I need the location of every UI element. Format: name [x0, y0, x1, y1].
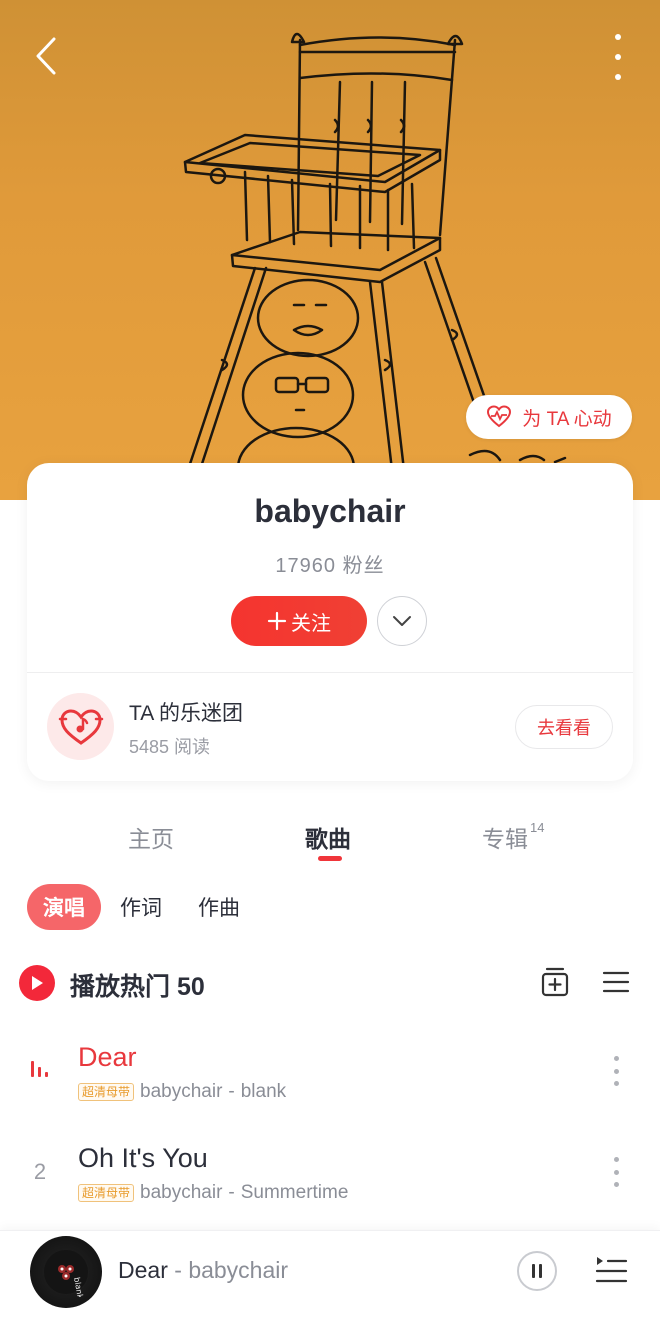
fan-club-heart-icon — [58, 708, 103, 745]
artist-banner: 为 TA 心动 — [0, 0, 660, 500]
song-row[interactable]: Dear 超清母带 babychair - blank — [0, 1030, 660, 1126]
heart-ecg-icon — [487, 405, 512, 428]
album-disc[interactable]: blank — [30, 1236, 102, 1308]
kebab-icon — [613, 1157, 619, 1162]
filter-compose[interactable]: 作曲 — [198, 884, 240, 930]
tab-songs[interactable]: 歌曲 — [305, 820, 351, 854]
play-all-label[interactable]: 播放热门 50 — [70, 967, 205, 1003]
heart-button-label: 为 TA 心动 — [522, 408, 612, 430]
song-more-button[interactable] — [612, 1056, 620, 1086]
list-menu-icon — [602, 971, 630, 993]
fan-club-logo[interactable] — [47, 693, 114, 760]
now-playing-artist: babychair — [188, 1257, 289, 1283]
kebab-icon — [613, 1056, 619, 1061]
back-arrow-icon — [36, 37, 56, 75]
equalizer-icon — [31, 1061, 48, 1077]
follow-label: 关注 — [291, 612, 331, 635]
back-button[interactable] — [26, 32, 66, 80]
multi-select-button[interactable] — [601, 968, 631, 996]
song-album: Summertime — [240, 1182, 349, 1203]
add-all-to-playlist-button[interactable] — [540, 966, 570, 998]
song-artist: babychair — [140, 1182, 223, 1203]
tab-albums[interactable]: 专辑 14 — [482, 820, 545, 854]
now-playing-title: Dear — [118, 1257, 168, 1283]
quality-badge: 超清母带 — [78, 1083, 135, 1101]
song-row[interactable]: 2 Oh It's You 超清母带 babychair - Summertim… — [0, 1131, 660, 1227]
tab-albums-label: 专辑 — [482, 826, 528, 852]
playlist-queue-icon — [595, 1257, 628, 1283]
playlist-queue-button[interactable] — [594, 1253, 628, 1289]
fan-club-reads: 5485 阅读 — [129, 737, 211, 757]
fan-club-title: TA 的乐迷团 — [129, 702, 243, 725]
quality-badge: 超清母带 — [78, 1184, 135, 1202]
song-album: blank — [240, 1081, 287, 1102]
play-icon — [32, 976, 43, 990]
song-title: Dear — [78, 1042, 137, 1072]
pause-button[interactable] — [517, 1251, 557, 1291]
artist-profile-card: babychair 17960 粉丝 关注 TA 的乐迷团 5485 阅读 去看… — [27, 463, 633, 781]
album-cover-art: blank — [44, 1250, 88, 1297]
now-playing-text[interactable]: Dear - babychair — [118, 1257, 288, 1284]
filter-lyrics[interactable]: 作词 — [120, 884, 162, 930]
song-more-button[interactable] — [612, 1157, 620, 1187]
song-artist: babychair — [140, 1081, 223, 1102]
fans-number: 17960 — [275, 555, 337, 577]
song-title: Oh It's You — [78, 1143, 208, 1173]
follow-button[interactable]: 关注 — [231, 596, 367, 646]
more-options-button[interactable] — [606, 34, 630, 80]
fans-label: 粉丝 — [342, 555, 385, 577]
albums-count: 14 — [530, 820, 545, 836]
song-meta: 超清母带 babychair - Summertime — [78, 1182, 348, 1204]
visit-fan-club-button[interactable]: 去看看 — [515, 705, 613, 749]
chevron-down-icon — [393, 616, 411, 626]
now-playing-indicator — [28, 1058, 52, 1084]
plus-icon — [267, 611, 287, 631]
active-tab-indicator — [318, 856, 342, 861]
card-divider — [27, 672, 633, 673]
tab-home-label: 主页 — [128, 826, 174, 852]
more-vertical-icon — [615, 34, 621, 40]
play-all-button[interactable] — [19, 965, 55, 1001]
mini-player[interactable]: blank Dear - babychair — [0, 1230, 660, 1333]
heart-for-artist-button[interactable]: 为 TA 心动 — [466, 395, 632, 439]
tab-home[interactable]: 主页 — [128, 820, 174, 854]
tab-songs-label: 歌曲 — [305, 826, 351, 852]
artist-name: babychair — [254, 493, 406, 529]
add-to-playlist-icon — [541, 967, 569, 997]
filter-sing[interactable]: 演唱 — [27, 884, 101, 930]
song-index: 2 — [33, 1159, 47, 1184]
expand-similar-button[interactable] — [377, 596, 427, 646]
pause-icon — [532, 1264, 542, 1278]
fans-count: 17960 粉丝 — [27, 549, 633, 578]
song-meta: 超清母带 babychair - blank — [78, 1081, 286, 1103]
